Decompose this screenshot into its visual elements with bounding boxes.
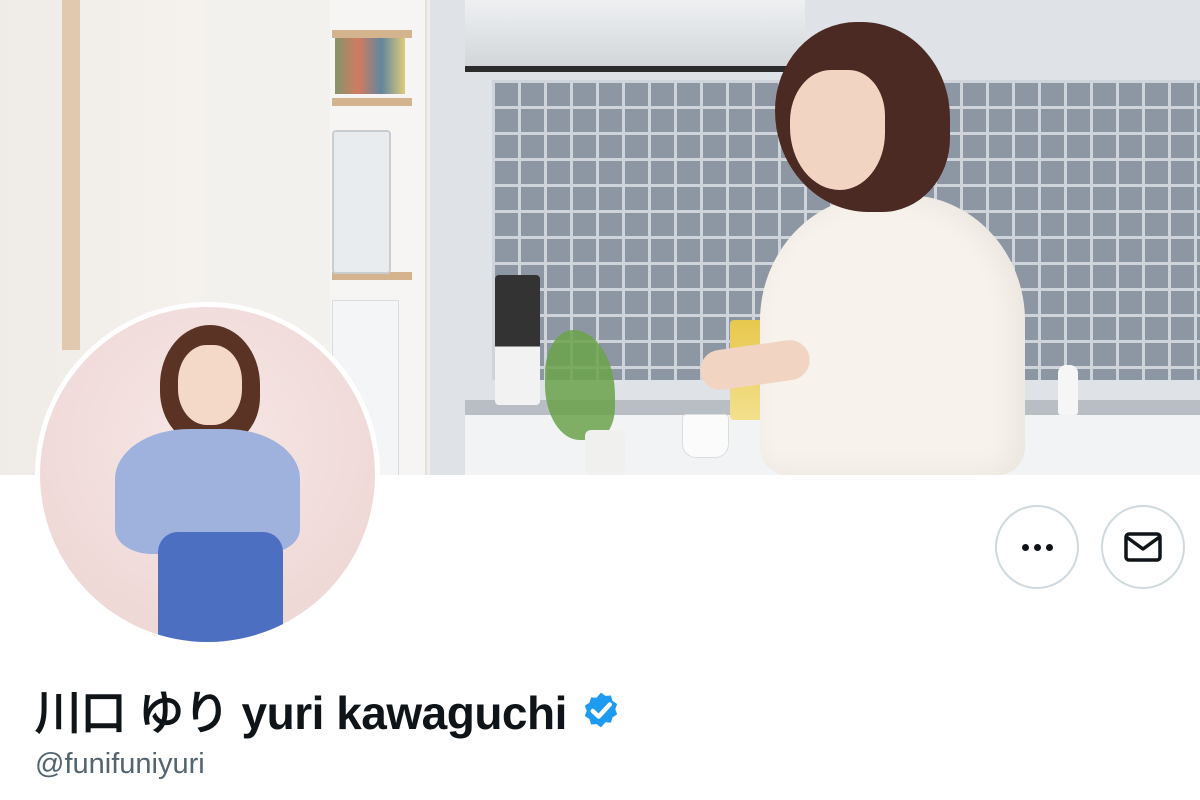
more-options-button[interactable] <box>995 505 1079 589</box>
user-handle: @funifuniyuri <box>35 748 205 780</box>
profile-avatar[interactable] <box>35 302 380 647</box>
display-name-row: 川口 ゆり yuri kawaguchi <box>35 680 623 740</box>
envelope-icon <box>1124 532 1162 562</box>
display-name: 川口 ゆり yuri kawaguchi <box>35 687 567 739</box>
more-horizontal-icon <box>1021 543 1053 551</box>
verified-badge-icon[interactable] <box>579 688 623 732</box>
message-button[interactable] <box>1101 505 1185 589</box>
